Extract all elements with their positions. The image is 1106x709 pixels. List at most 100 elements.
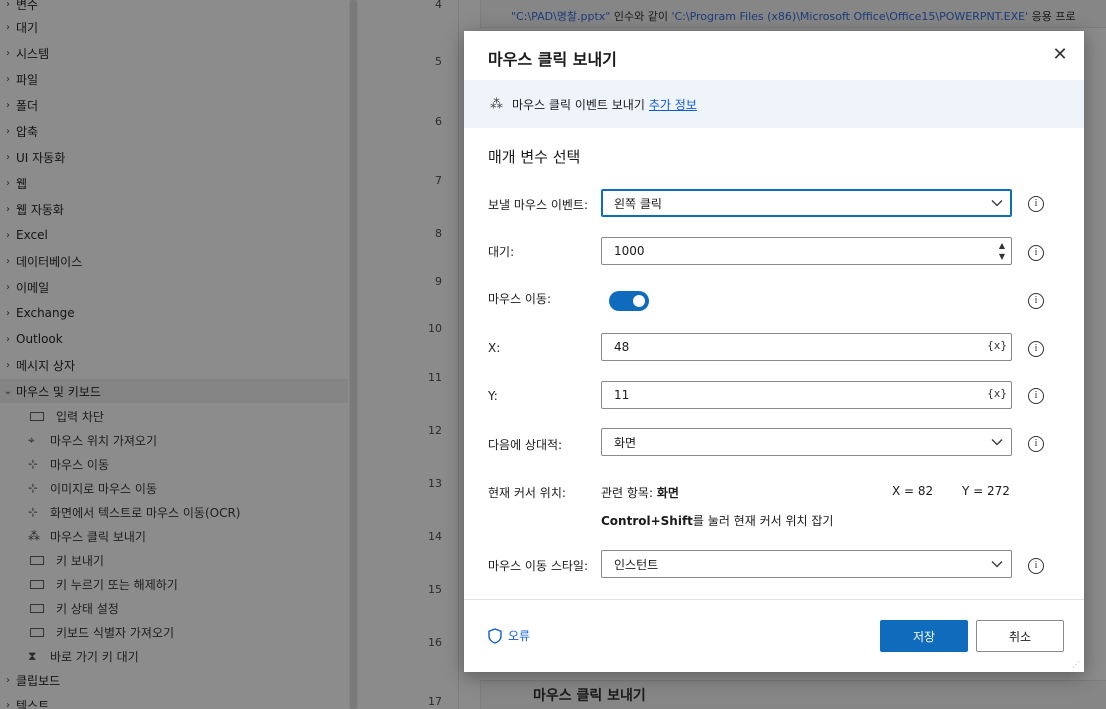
category-label: 데이터베이스 xyxy=(16,254,83,269)
delay-label: 대기: xyxy=(488,245,515,259)
errors-button[interactable]: 오류 xyxy=(488,627,530,644)
category-message-box[interactable]: › 메시지 상자 xyxy=(0,353,348,377)
category-label: 변수 xyxy=(16,0,39,12)
keyboard-icon xyxy=(30,555,44,565)
info-bar: ⁂ 마우스 클릭 이벤트 보내기 추가 정보 xyxy=(464,80,1084,128)
more-info-link[interactable]: 추가 정보 xyxy=(649,96,697,113)
sidebar-scrollbar[interactable] xyxy=(349,0,358,709)
relative-to-dropdown[interactable]: 화면 xyxy=(601,428,1012,456)
action-press-release-key[interactable]: 키 누르기 또는 해제하기 xyxy=(28,572,178,596)
action-get-keyboard-identifier[interactable]: 키보드 식별자 가져오기 xyxy=(28,620,174,644)
event-label: 보낼 마우스 이벤트: xyxy=(488,198,588,212)
line-number: 13 xyxy=(428,477,442,490)
stepper-arrows-icon[interactable]: ▲ ▼ xyxy=(999,240,1005,262)
category-mouse-keyboard[interactable]: ⌄ 마우스 및 키보드 xyxy=(0,379,348,403)
info-icon[interactable]: i xyxy=(1028,341,1044,357)
action-block-input[interactable]: 입력 차단 xyxy=(28,404,104,428)
cursor-relative-prefix: 관련 항목: xyxy=(601,486,657,500)
category-system[interactable]: › 시스템 xyxy=(0,41,348,65)
chevron-down-icon xyxy=(991,439,1003,446)
category-email[interactable]: › 이메일 xyxy=(0,275,348,299)
cursor-x-readout: X = 82 xyxy=(892,484,934,498)
category-file[interactable]: › 파일 xyxy=(0,67,348,91)
info-icon[interactable]: i xyxy=(1028,558,1044,574)
category-web[interactable]: › 웹 xyxy=(0,171,348,195)
delay-input[interactable]: 1000 ▲ ▼ xyxy=(601,237,1012,265)
step-text: 인수와 같이 xyxy=(610,10,672,23)
action-get-mouse-position[interactable]: ⌖ 마우스 위치 가져오기 xyxy=(28,428,157,452)
move-mouse-toggle[interactable] xyxy=(609,291,649,311)
category-compress[interactable]: › 압축 xyxy=(0,119,348,143)
action-set-key-state[interactable]: 키 상태 설정 xyxy=(28,596,119,620)
step-path: 'C:\Program Files (x86)\Microsoft Office… xyxy=(671,10,1029,23)
y-input[interactable]: 11 {x} xyxy=(601,381,1012,409)
category-database[interactable]: › 데이터베이스 xyxy=(0,249,348,273)
category-label: Exchange xyxy=(16,306,75,320)
action-move-mouse[interactable]: ⊹ 마우스 이동 xyxy=(28,452,109,476)
category-web-automation[interactable]: › 웹 자동화 xyxy=(0,197,348,221)
x-input[interactable]: 48 {x} xyxy=(601,333,1012,361)
scrollbar-thumb[interactable] xyxy=(350,0,357,709)
category-text[interactable]: › 텍스트 xyxy=(0,693,348,709)
info-icon[interactable]: i xyxy=(1028,293,1044,309)
category-clipboard[interactable]: › 클립보드 xyxy=(0,668,348,692)
mouse-move-icon: ⊹ xyxy=(28,505,39,519)
flow-step-send-mouse-click[interactable]: 마우스 클릭 보내기 xyxy=(480,680,1106,709)
category-folder[interactable]: › 폴더 xyxy=(0,93,348,117)
category-label: 클립보드 xyxy=(16,673,61,688)
chevron-down-icon xyxy=(991,200,1003,207)
action-label: 마우스 클릭 보내기 xyxy=(50,529,146,544)
category-label: 이메일 xyxy=(16,280,50,295)
action-move-mouse-to-image[interactable]: ⊹ 이미지로 마우스 이동 xyxy=(28,476,157,500)
chevron-right-icon: › xyxy=(6,21,10,33)
variable-picker-button[interactable]: {x} xyxy=(987,387,1007,400)
variable-picker-button[interactable]: {x} xyxy=(987,339,1007,352)
line-number: 16 xyxy=(428,636,442,649)
category-outlook[interactable]: › Outlook xyxy=(0,327,348,351)
info-icon[interactable]: i xyxy=(1028,436,1044,452)
step-title: 마우스 클릭 보내기 xyxy=(533,688,646,704)
info-icon[interactable]: i xyxy=(1028,388,1044,404)
line-number: 17 xyxy=(428,695,442,708)
move-style-value: 인스턴트 xyxy=(614,557,659,572)
line-number: 10 xyxy=(428,322,442,335)
action-label: 키 보내기 xyxy=(56,553,104,568)
chevron-right-icon: › xyxy=(6,281,10,293)
cancel-button[interactable]: 취소 xyxy=(976,620,1064,652)
hint-text: 를 눌러 현재 커서 위치 잡기 xyxy=(692,514,834,528)
chevron-right-icon: › xyxy=(6,307,10,319)
action-move-mouse-to-text-ocr[interactable]: ⊹ 화면에서 텍스트로 마우스 이동(OCR) xyxy=(28,500,241,524)
chevron-right-icon: › xyxy=(6,255,10,267)
cursor-capture-hint: Control+Shift를 눌러 현재 커서 위치 잡기 xyxy=(601,512,833,529)
flow-step-run-application[interactable]: "C:\PAD\명찰.pptx" 인수와 같이 'C:\Program File… xyxy=(480,0,1106,28)
crosshair-icon: ⌖ xyxy=(28,432,35,447)
category-wait[interactable]: › 대기 xyxy=(0,15,348,39)
action-send-keys[interactable]: 키 보내기 xyxy=(28,548,104,572)
move-style-dropdown[interactable]: 인스턴트 xyxy=(601,550,1012,578)
chevron-right-icon: › xyxy=(6,177,10,189)
category-label: Outlook xyxy=(16,332,63,346)
category-variables[interactable]: › 변수 xyxy=(0,0,348,16)
category-exchange[interactable]: › Exchange xyxy=(0,301,348,325)
keyboard-icon xyxy=(30,579,44,589)
event-value: 왼쪽 클릭 xyxy=(614,196,662,211)
x-label: X: xyxy=(488,341,501,355)
info-icon[interactable]: i xyxy=(1028,245,1044,261)
category-label: 대기 xyxy=(16,20,39,35)
category-excel[interactable]: › Excel xyxy=(0,223,348,247)
save-button[interactable]: 저장 xyxy=(880,620,968,652)
category-ui-automation[interactable]: › UI 자동화 xyxy=(0,145,348,169)
chevron-right-icon: › xyxy=(6,47,10,59)
info-icon[interactable]: i xyxy=(1028,196,1044,212)
category-label: 마우스 및 키보드 xyxy=(16,384,101,399)
action-label: 화면에서 텍스트로 마우스 이동(OCR) xyxy=(50,505,241,520)
line-number: 7 xyxy=(435,174,442,187)
keyboard-icon xyxy=(30,627,44,637)
event-dropdown[interactable]: 왼쪽 클릭 xyxy=(601,189,1012,217)
line-number: 9 xyxy=(435,275,442,288)
action-wait-shortcut-key[interactable]: ⧗ 바로 가기 키 대기 xyxy=(28,644,139,668)
close-icon[interactable]: ✕ xyxy=(1050,45,1070,65)
chevron-right-icon: › xyxy=(6,359,10,371)
action-send-mouse-click[interactable]: ⁂ 마우스 클릭 보내기 xyxy=(28,524,146,548)
resize-grip-icon[interactable]: ⋰ xyxy=(1072,660,1082,670)
